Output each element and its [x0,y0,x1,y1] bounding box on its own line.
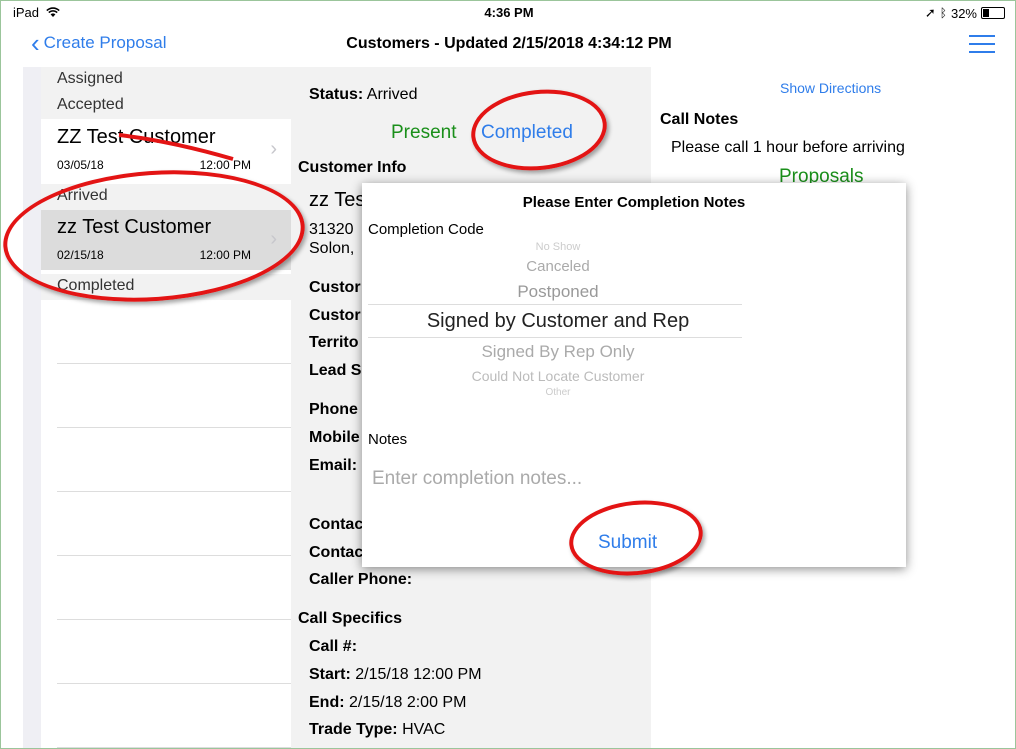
app-frame: iPad 4:36 PM ➚ ᛒ 32% ‹ Create Proposal C… [0,0,1016,749]
